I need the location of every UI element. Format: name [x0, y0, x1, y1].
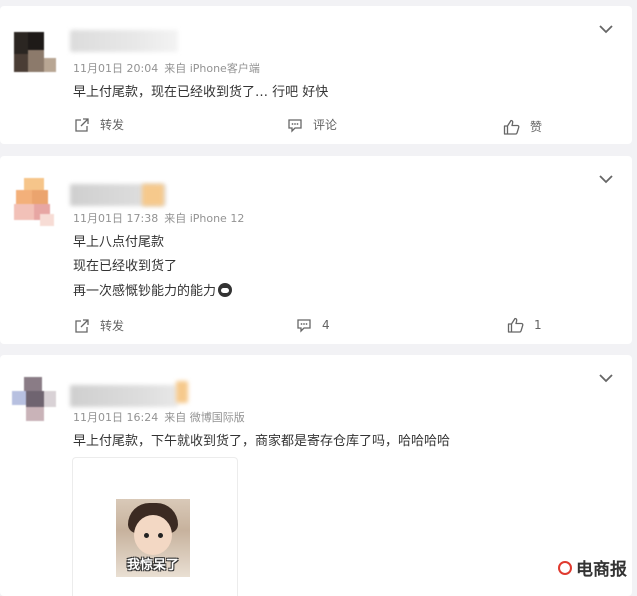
- like-button[interactable]: 赞: [503, 118, 542, 135]
- chevron-down-icon[interactable]: [598, 24, 614, 34]
- like-button[interactable]: 1: [507, 317, 542, 333]
- watermark-logo-icon: [558, 560, 572, 575]
- avatar[interactable]: [10, 176, 60, 226]
- baby-sticker-image: 我惊呆了: [116, 499, 190, 577]
- name-badge-redacted: [142, 184, 164, 206]
- comment-text: 早上付尾款，现在已经收到货了… 行吧 好快: [73, 85, 329, 100]
- comment-icon: [297, 319, 311, 333]
- comment-source[interactable]: 来自 iPhone 12: [164, 212, 244, 225]
- repost-button[interactable]: 转发: [74, 116, 124, 133]
- thumbs-up-icon: [507, 317, 524, 333]
- name-badge-redacted: [176, 381, 188, 403]
- comment-text-with-emoji: 再一次感慨钞能力的能力: [73, 280, 233, 299]
- comment-button[interactable]: 评论: [287, 116, 337, 133]
- comment-text: 现在已经收到货了: [73, 259, 178, 274]
- comment-source[interactable]: 来自 微博国际版: [164, 411, 245, 424]
- watermark: 电商报: [558, 555, 627, 580]
- comment-button[interactable]: 4: [296, 317, 330, 333]
- comment-image[interactable]: 我惊呆了: [72, 457, 238, 596]
- comment-card: 11月01日 16:24 来自 微博国际版 早上付尾款，下午就收到货了，商家都是寄…: [0, 355, 632, 596]
- money-face-emoji: [218, 283, 233, 297]
- username-redacted[interactable]: [70, 385, 178, 407]
- username-redacted[interactable]: [70, 30, 178, 52]
- comment-text: 再一次感慨钞能力的能力: [73, 284, 217, 299]
- comment-date: 11月01日 17:38: [73, 212, 159, 225]
- comment-card: 11月01日 17:38 来自 iPhone 12 早上八点付尾款 现在已经收到货…: [0, 156, 632, 344]
- share-icon: [75, 318, 89, 333]
- watermark-text: 电商报: [576, 560, 627, 580]
- comment-date: 11月01日 16:24: [73, 411, 159, 424]
- share-icon: [75, 117, 89, 132]
- like-count: 1: [534, 318, 542, 332]
- repost-label: 转发: [100, 319, 125, 333]
- comment-count: 4: [322, 318, 330, 332]
- comment-icon: [288, 118, 302, 133]
- repost-button[interactable]: 转发: [74, 317, 124, 334]
- comment-meta: 11月01日 16:24 来自 微博国际版: [73, 409, 245, 425]
- avatar[interactable]: [10, 375, 60, 425]
- comment-card: 11月01日 20:04 来自 iPhone客户端 早上付尾款，现在已经收到货了……: [0, 6, 632, 144]
- chevron-down-icon[interactable]: [598, 174, 614, 184]
- comment-text: 早上付尾款，下午就收到货了，商家都是寄存仓库了吗，哈哈哈哈: [73, 434, 451, 449]
- like-label: 赞: [530, 120, 543, 134]
- sticker-caption: 我惊呆了: [126, 558, 179, 573]
- comment-date: 11月01日 20:04: [73, 62, 159, 75]
- comment-meta: 11月01日 20:04 来自 iPhone客户端: [73, 60, 260, 76]
- comment-label: 评论: [313, 118, 338, 132]
- avatar[interactable]: [10, 28, 60, 78]
- comment-meta: 11月01日 17:38 来自 iPhone 12: [73, 210, 244, 226]
- repost-label: 转发: [100, 118, 125, 132]
- chevron-down-icon[interactable]: [598, 373, 614, 383]
- comment-source[interactable]: 来自 iPhone客户端: [164, 62, 260, 75]
- thumbs-up-icon: [503, 119, 520, 135]
- comment-text: 早上八点付尾款: [73, 235, 165, 250]
